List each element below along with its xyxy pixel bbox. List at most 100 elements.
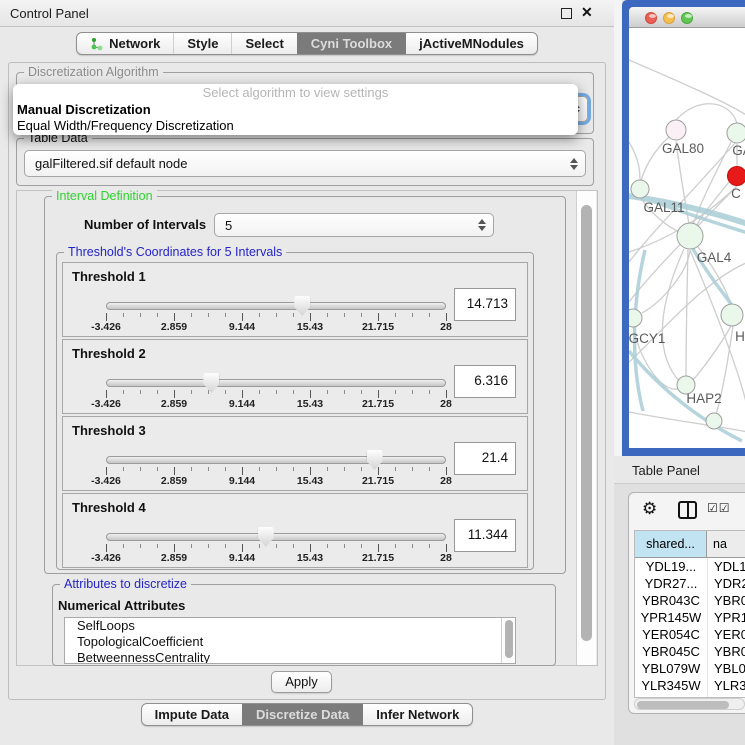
- node-label: GA: [732, 143, 745, 158]
- dropdown-option-equal-width-frequency[interactable]: Equal Width/Frequency Discretization: [13, 118, 578, 134]
- threshold-3-block: Threshold 3 -3.426 2.859 9.144 15.43 21.…: [62, 416, 528, 491]
- threshold-3-value-field[interactable]: 21.4: [454, 442, 516, 475]
- threshold-3-slider[interactable]: [106, 456, 446, 464]
- table-row[interactable]: YDR27...YDR2: [635, 575, 745, 592]
- panel-divider[interactable]: [614, 0, 622, 456]
- table-body: YDL19...YDL1 YDR27...YDR2 YBR043CYBR0 YP…: [635, 558, 745, 698]
- node-ga[interactable]: [727, 123, 745, 143]
- tick-label: -3.426: [91, 475, 121, 487]
- list-item-betweennesscentrality[interactable]: BetweennessCentrality: [65, 650, 515, 664]
- node-gal11[interactable]: [631, 180, 649, 198]
- tab-select[interactable]: Select: [231, 33, 296, 54]
- network-icon: [90, 37, 104, 51]
- slider-ticks: [106, 390, 446, 398]
- node-gcy1[interactable]: [629, 309, 642, 327]
- slider-ticks: [106, 313, 446, 321]
- node-gal80[interactable]: [666, 120, 686, 140]
- attributes-list-scrollbar[interactable]: [501, 618, 515, 663]
- close-panel-button[interactable]: ✕: [581, 4, 593, 21]
- table-data-selected-value: galFiltered.sif default node: [35, 156, 187, 171]
- select-columns-icon[interactable]: ☑☑: [707, 501, 731, 515]
- node-gal4[interactable]: [677, 223, 703, 249]
- network-canvas[interactable]: GAL80 GA C GAL11 GAL4 GCY1 H HAP2: [629, 28, 745, 448]
- window-zoom-icon[interactable]: [681, 12, 693, 24]
- apply-button[interactable]: Apply: [271, 671, 332, 693]
- window-minimize-icon[interactable]: [663, 12, 675, 24]
- tab-cyni-toolbox[interactable]: Cyni Toolbox: [297, 33, 405, 54]
- settings-vertical-scrollbar[interactable]: [576, 191, 596, 665]
- node-label: H: [735, 329, 745, 344]
- table-row[interactable]: YBR045CYBR0: [635, 643, 745, 660]
- scrollbar-thumb[interactable]: [505, 620, 513, 658]
- top-tab-bar: Network Style Select Cyni Toolbox jActiv…: [0, 32, 614, 56]
- table-row[interactable]: YPR145WYPR1: [635, 609, 745, 626]
- table-panel-title: Table Panel: [632, 463, 700, 478]
- threshold-4-label: Threshold 4: [72, 500, 146, 515]
- algorithm-dropdown-popup: Select algorithm to view settings Manual…: [13, 84, 578, 135]
- threshold-4-slider[interactable]: [106, 533, 446, 541]
- tick-label: -3.426: [91, 552, 121, 564]
- dropdown-prompt: Select algorithm to view settings: [13, 84, 578, 102]
- list-item-topologicalcoefficient[interactable]: TopologicalCoefficient: [65, 634, 515, 650]
- tab-discretize-data[interactable]: Discretize Data: [242, 704, 362, 725]
- discretization-algorithm-group-title: Discretization Algorithm: [24, 65, 163, 79]
- tick-label: 28: [440, 475, 452, 487]
- float-window-button[interactable]: [561, 8, 572, 19]
- tab-style[interactable]: Style: [173, 33, 231, 54]
- tick-label: 28: [440, 398, 452, 410]
- threshold-4-block: Threshold 4 -3.426 2.859 9.144 15.43 21.…: [62, 493, 528, 568]
- threshold-1-value-field[interactable]: 14.713: [454, 288, 516, 321]
- gear-icon[interactable]: ⚙: [642, 499, 657, 519]
- slider-ticks: [106, 544, 446, 552]
- control-panel-titlebar: Control Panel ✕: [0, 0, 614, 27]
- dropdown-option-manual-discretization[interactable]: Manual Discretization: [13, 102, 578, 118]
- tab-network[interactable]: Network: [77, 33, 173, 54]
- tick-label: 2.859: [161, 552, 187, 564]
- network-window-titlebar[interactable]: [629, 7, 745, 28]
- scrollbar-thumb[interactable]: [581, 205, 592, 641]
- combo-stepper-icon: [478, 219, 486, 231]
- threshold-2-value-field[interactable]: 6.316: [454, 365, 516, 398]
- threshold-3-label: Threshold 3: [72, 423, 146, 438]
- tick-label: 15.43: [297, 398, 323, 410]
- threshold-1-slider[interactable]: [106, 302, 446, 310]
- table-row[interactable]: YDL19...YDL1: [635, 558, 745, 575]
- threshold-4-value-field[interactable]: 11.344: [454, 519, 516, 552]
- thresholds-group-title: Threshold's Coordinates for 5 Intervals: [64, 245, 286, 259]
- node-label: GAL11: [643, 200, 684, 215]
- table-row[interactable]: YER054CYER0: [635, 626, 745, 643]
- list-item-selfloops[interactable]: SelfLoops: [65, 618, 515, 634]
- tick-label: 9.144: [229, 552, 255, 564]
- node-red-selected[interactable]: [728, 167, 745, 186]
- table-row[interactable]: YBR043CYBR0: [635, 592, 745, 609]
- number-of-intervals-label: Number of Intervals: [84, 217, 206, 232]
- node-partial[interactable]: [706, 413, 722, 429]
- node-h[interactable]: [721, 304, 743, 326]
- network-view-window: GAL80 GA C GAL11 GAL4 GCY1 H HAP2: [622, 0, 745, 456]
- tick-label: 15.43: [297, 475, 323, 487]
- number-of-intervals-combobox[interactable]: 5: [214, 213, 494, 237]
- control-panel: Control Panel ✕ Network Style Select Cyn…: [0, 0, 614, 745]
- window-close-icon[interactable]: [645, 12, 657, 24]
- slider-ticks: [106, 467, 446, 475]
- tab-infer-network[interactable]: Infer Network: [362, 704, 472, 725]
- bottom-tab-bar: Impute Data Discretize Data Infer Networ…: [0, 703, 614, 726]
- combo-stepper-icon: [570, 158, 578, 170]
- tick-label: 9.144: [229, 398, 255, 410]
- scrollbar-thumb[interactable]: [637, 701, 729, 709]
- table-data-combobox[interactable]: galFiltered.sif default node: [24, 150, 586, 177]
- table-horizontal-scrollbar[interactable]: [634, 698, 745, 710]
- node-label: HAP2: [686, 391, 721, 406]
- table-row[interactable]: YBL079WYBL0: [635, 660, 745, 677]
- table-row[interactable]: YLR345WYLR3: [635, 677, 745, 694]
- column-header-shared-name[interactable]: shared...: [635, 531, 707, 558]
- split-columns-icon[interactable]: [678, 501, 697, 519]
- tick-label: -3.426: [91, 398, 121, 410]
- tab-impute-data[interactable]: Impute Data: [142, 704, 242, 725]
- threshold-2-slider[interactable]: [106, 379, 446, 387]
- numerical-attributes-list: SelfLoops TopologicalCoefficient Between…: [64, 617, 516, 664]
- tick-label: 21.715: [362, 398, 394, 410]
- tick-label: 2.859: [161, 321, 187, 333]
- column-header-name[interactable]: na: [707, 531, 745, 558]
- tab-jactivemnodules[interactable]: jActiveMNodules: [405, 33, 537, 54]
